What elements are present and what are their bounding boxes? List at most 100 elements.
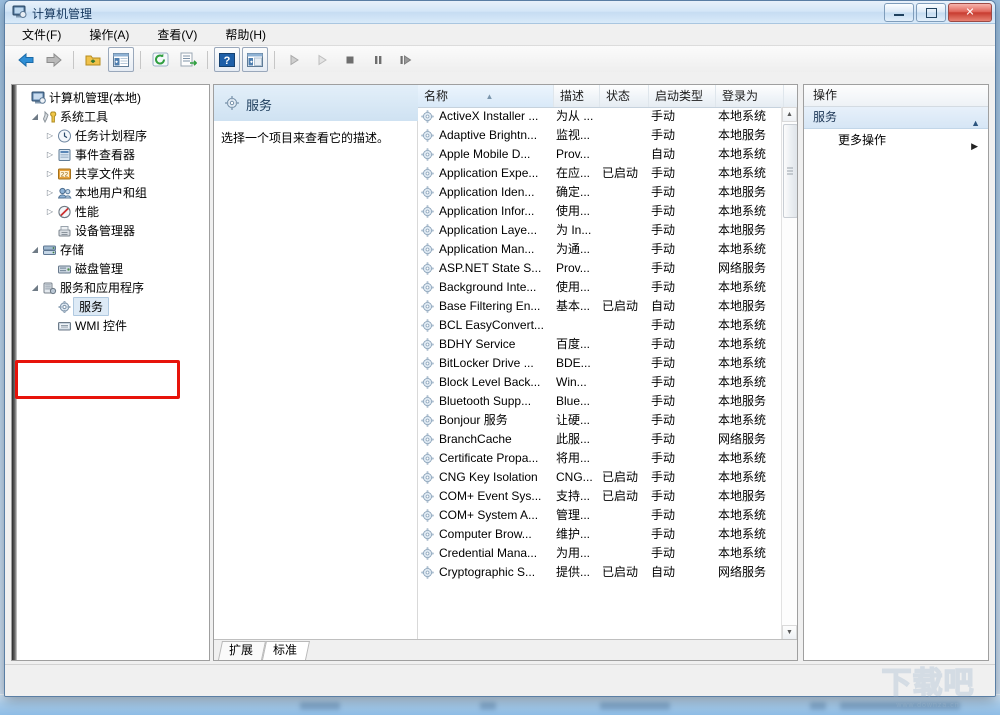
cell-startup-type: 手动 — [649, 221, 716, 240]
tree-item-services[interactable]: 服务 — [18, 297, 207, 316]
disk-management-icon — [56, 261, 73, 277]
table-row[interactable]: Apple Mobile D...Prov...自动本地系统 — [418, 145, 782, 164]
cell-log-on-as: 网络服务 — [716, 430, 782, 449]
cell-startup-type: 手动 — [649, 449, 716, 468]
close-button[interactable]: ✕ — [948, 3, 992, 22]
table-row[interactable]: BitLocker Drive ...BDE...手动本地系统 — [418, 354, 782, 373]
cell-description: BDE... — [554, 354, 600, 373]
table-row[interactable]: Block Level Back...Win...手动本地系统 — [418, 373, 782, 392]
tree-item-event-viewer[interactable]: ▷ 事件查看器 — [18, 145, 207, 164]
tree-item-services-and-applications[interactable]: ◢ 服务和应用程序 — [18, 278, 207, 297]
export-list-button[interactable] — [175, 47, 201, 72]
tree-item-performance[interactable]: ▷ 性能 — [18, 202, 207, 221]
table-row[interactable]: BDHY Service百度...手动本地系统 — [418, 335, 782, 354]
tree-arrow-expanded-icon-2[interactable]: ◢ — [29, 246, 41, 254]
scroll-down-icon[interactable]: ▼ — [782, 625, 797, 640]
table-row[interactable]: COM+ Event Sys...支持...已启动手动本地服务 — [418, 487, 782, 506]
table-row[interactable]: Adaptive Brightn...监视...手动本地服务 — [418, 126, 782, 145]
column-header-name[interactable]: 名称 ▲ — [418, 85, 554, 107]
table-row[interactable]: Application Man...为通...手动本地系统 — [418, 240, 782, 259]
tree-item-wmi-control[interactable]: WMI 控件 — [18, 316, 207, 335]
table-row[interactable]: Bluetooth Supp...Blue...手动本地服务 — [418, 392, 782, 411]
column-header-description[interactable]: 描述 — [554, 85, 600, 107]
table-row[interactable]: Base Filtering En...基本...已启动自动本地服务 — [418, 297, 782, 316]
start-service-button[interactable] — [281, 47, 307, 72]
cell-service-name: COM+ Event Sys... — [418, 487, 554, 506]
table-row[interactable]: BCL EasyConvert...手动本地系统 — [418, 316, 782, 335]
tree-item-disk-management[interactable]: 磁盘管理 — [18, 259, 207, 278]
minimize-button[interactable] — [884, 3, 914, 22]
tab-extended[interactable]: 扩展 — [218, 641, 266, 660]
table-row[interactable]: Cryptographic S...提供...已启动自动网络服务 — [418, 563, 782, 582]
toolbar: ? — [5, 46, 995, 74]
table-row[interactable]: Application Laye...为 In...手动本地服务 — [418, 221, 782, 240]
tree-item-device-manager[interactable]: 设备管理器 — [18, 221, 207, 240]
column-header-startup-type[interactable]: 启动类型 — [649, 85, 716, 107]
restart-service-button[interactable] — [393, 47, 419, 72]
show-hide-tree-button[interactable] — [108, 47, 134, 72]
scrollbar-thumb[interactable] — [783, 124, 798, 218]
tree-arrow-collapsed-icon-5[interactable]: ▷ — [44, 208, 56, 216]
table-row[interactable]: Application Iden...确定...手动本地服务 — [418, 183, 782, 202]
actions-section-services[interactable]: 服务 ▲ — [804, 107, 988, 129]
action-more-actions[interactable]: 更多操作 ▶ — [804, 129, 988, 151]
cell-service-name: ASP.NET State S... — [418, 259, 554, 278]
cell-service-name: Application Expe... — [418, 164, 554, 183]
tree-item-system-tools[interactable]: ◢ 系统工具 — [18, 107, 207, 126]
up-folder-button[interactable] — [80, 47, 106, 72]
back-button[interactable] — [13, 47, 39, 72]
resume-service-button[interactable] — [309, 47, 335, 72]
tree-arrow-collapsed-icon-3[interactable]: ▷ — [44, 170, 56, 178]
help-button[interactable]: ? — [214, 47, 240, 72]
tree-item-event-viewer-label: 事件查看器 — [73, 146, 135, 163]
column-header-status[interactable]: 状态 — [600, 85, 649, 107]
table-row[interactable]: Credential Mana...为用...手动本地系统 — [418, 544, 782, 563]
tree-item-root[interactable]: 计算机管理(本地) — [18, 88, 207, 107]
tree-item-storage[interactable]: ◢ 存储 — [18, 240, 207, 259]
tree-item-task-scheduler[interactable]: ▷ 任务计划程序 — [18, 126, 207, 145]
stop-service-button[interactable] — [337, 47, 363, 72]
table-row[interactable]: Application Infor...使用...手动本地系统 — [418, 202, 782, 221]
tree-arrow-collapsed-icon-4[interactable]: ▷ — [44, 189, 56, 197]
menu-action[interactable]: 操作(A) — [86, 24, 132, 45]
table-row[interactable]: Bonjour 服务让硬...手动本地系统 — [418, 411, 782, 430]
column-header-log-on-as[interactable]: 登录为 — [716, 85, 784, 107]
maximize-button[interactable] — [916, 3, 946, 22]
forward-button[interactable] — [41, 47, 67, 72]
computer-icon — [30, 90, 47, 106]
menu-view[interactable]: 查看(V) — [154, 24, 200, 45]
refresh-button[interactable] — [147, 47, 173, 72]
menu-file[interactable]: 文件(F) — [19, 24, 64, 45]
tree-arrow-expanded-icon-3[interactable]: ◢ — [29, 284, 41, 292]
cell-service-name: Application Iden... — [418, 183, 554, 202]
cell-startup-type: 手动 — [649, 487, 716, 506]
tree-item-local-users-groups[interactable]: ▷ 本地用户和组 — [18, 183, 207, 202]
scroll-up-icon[interactable]: ▲ — [782, 107, 797, 122]
tree-arrow-collapsed-icon[interactable]: ▷ — [44, 132, 56, 140]
cell-description: 为从 ... — [554, 107, 600, 126]
tree-arrow-expanded-icon[interactable]: ◢ — [29, 113, 41, 121]
cell-description: 让硬... — [554, 411, 600, 430]
properties-button[interactable] — [242, 47, 268, 72]
console-tree-pane: 计算机管理(本地) ◢ 系统工具 — [11, 84, 210, 661]
cell-log-on-as: 网络服务 — [716, 259, 782, 278]
table-row[interactable]: ActiveX Installer ...为从 ...手动本地系统 — [418, 107, 782, 126]
services-vertical-scrollbar[interactable]: ▲ ▼ — [781, 107, 797, 640]
table-row[interactable]: COM+ System A...管理...手动本地系统 — [418, 506, 782, 525]
tree-item-shared-folders[interactable]: ▷ 22 共享文件夹 — [18, 164, 207, 183]
service-description-panel: 选择一个项目来查看它的描述。 — [214, 121, 418, 640]
table-row[interactable]: BranchCache此服...手动网络服务 — [418, 430, 782, 449]
menu-help[interactable]: 帮助(H) — [222, 24, 269, 45]
cell-status — [600, 221, 649, 240]
table-row[interactable]: CNG Key IsolationCNG...已启动手动本地系统 — [418, 468, 782, 487]
pause-service-button[interactable] — [365, 47, 391, 72]
cell-status — [600, 354, 649, 373]
cell-startup-type: 手动 — [649, 430, 716, 449]
tab-standard[interactable]: 标准 — [262, 641, 310, 660]
table-row[interactable]: Background Inte...使用...手动本地系统 — [418, 278, 782, 297]
table-row[interactable]: Computer Brow...维护...手动本地系统 — [418, 525, 782, 544]
table-row[interactable]: Certificate Propa...将用...手动本地系统 — [418, 449, 782, 468]
table-row[interactable]: Application Expe...在应...已启动手动本地系统 — [418, 164, 782, 183]
tree-arrow-collapsed-icon-2[interactable]: ▷ — [44, 151, 56, 159]
table-row[interactable]: ASP.NET State S...Prov...手动网络服务 — [418, 259, 782, 278]
